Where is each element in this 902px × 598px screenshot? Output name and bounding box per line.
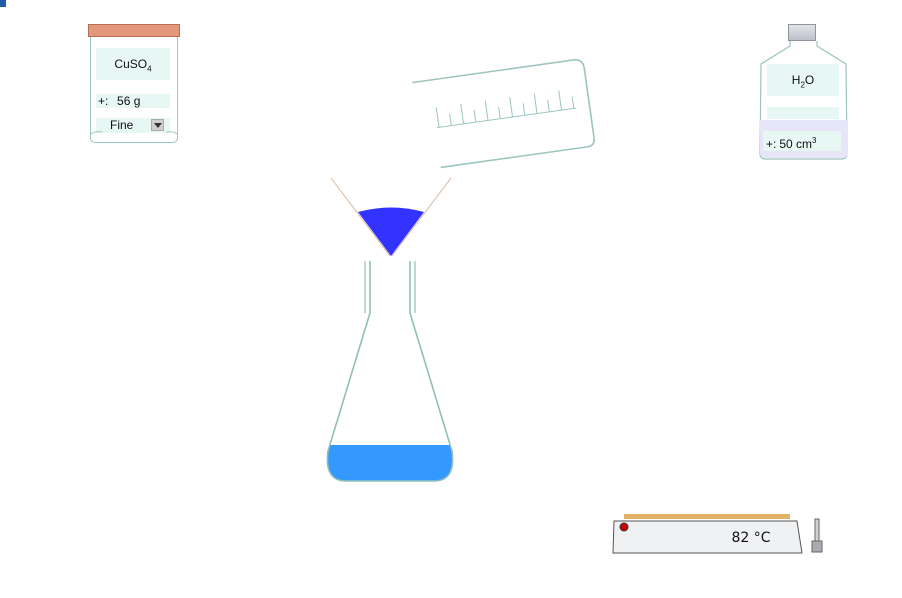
cylinder-tick [435,107,440,128]
cylinder-tick [484,100,489,121]
cylinder-tick [533,93,538,114]
flask-liquid [327,445,453,481]
heating-plate [624,514,790,519]
cylinder-tick [571,96,575,109]
cylinder-scale [435,90,576,129]
bottle-amount-exponent: 3 [812,136,817,145]
bottle-secondary-label [767,107,839,119]
cylinder-tick [449,113,452,126]
hot-plate-body [612,514,803,554]
hot-plate[interactable]: 82 °C [611,512,829,562]
bottle-formula-end: O [804,73,815,87]
cylinder-tick [460,103,465,124]
cylinder-tick [473,110,477,123]
water-bottle[interactable]: H2O +: 50 cm3 [757,24,849,161]
erlenmeyer-flask[interactable] [320,255,462,487]
thermometer-probe[interactable] [810,518,826,556]
cylinder-tick [522,103,526,116]
power-indicator-light [619,522,629,532]
cylinder-tick [547,99,550,112]
cylinder-scale-baseline [437,107,576,129]
corner-marker [0,0,6,7]
bottle-amount-field[interactable]: +: 50 cm3 [763,131,841,151]
bottle-cap [788,24,816,41]
jar-shoulder-marks [90,131,178,135]
bottle-formula-label: H2O [767,64,839,96]
cylinder-tick [498,106,501,119]
cylinder-tick [558,90,562,111]
cuso4-reagent-jar[interactable]: CuSO4 +: 56 g Fine [88,24,180,144]
temperature-readout: 82 °C [731,530,771,546]
filter-paper [358,207,424,256]
cylinder-tick [509,97,514,118]
bottle-amount-prefix: +: [766,137,777,151]
bottle-amount-value: 50 cm [779,137,813,151]
graduated-cylinder[interactable] [410,30,610,175]
